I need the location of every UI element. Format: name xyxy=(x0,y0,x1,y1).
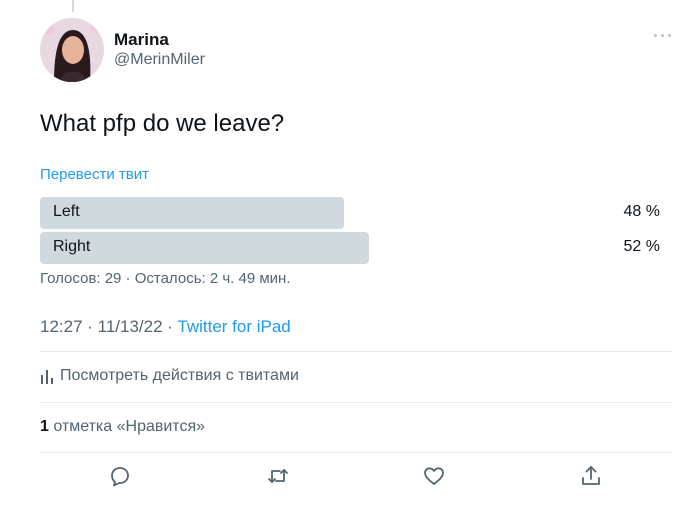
poll-bar xyxy=(40,197,344,229)
author-handle[interactable]: @MerinMiler xyxy=(114,51,205,69)
divider xyxy=(40,452,672,453)
tweet-text: What pfp do we leave? xyxy=(40,110,285,137)
thread-line xyxy=(72,0,74,12)
poll-meta: Голосов: 29 · Осталось: 2 ч. 49 мин. xyxy=(40,270,291,287)
tweet-source[interactable]: Twitter for iPad xyxy=(177,317,290,336)
view-activity-link[interactable]: Посмотреть действия с твитами xyxy=(40,367,299,385)
retweet-button[interactable] xyxy=(266,464,290,488)
share-button[interactable] xyxy=(579,464,603,488)
translate-link[interactable]: Перевести твит xyxy=(40,166,149,183)
divider xyxy=(40,351,672,352)
poll-option-label: Right xyxy=(53,238,91,255)
more-icon[interactable] xyxy=(654,30,672,42)
poll-option-left: Left 48 % xyxy=(40,197,660,229)
reply-button[interactable] xyxy=(108,464,132,488)
divider xyxy=(40,402,672,403)
retweet-icon xyxy=(268,469,288,483)
avatar[interactable] xyxy=(40,18,104,82)
tweet-timestamp: 12:27 · 11/13/22 · Twitter for iPad xyxy=(40,317,291,337)
poll-option-right: Right 52 % xyxy=(40,232,660,264)
view-activity-label: Посмотреть действия с твитами xyxy=(60,367,299,384)
author-name[interactable]: Marina xyxy=(114,30,169,50)
poll-option-percent: 52 % xyxy=(623,238,660,255)
heart-icon xyxy=(424,467,444,485)
likes-summary[interactable]: 1 отметка «Нравится» xyxy=(40,418,205,436)
likes-label: отметка «Нравится» xyxy=(48,418,206,435)
like-button[interactable] xyxy=(422,464,446,488)
likes-count: 1 xyxy=(40,418,49,435)
share-icon xyxy=(582,466,600,485)
poll-option-percent: 48 % xyxy=(623,203,660,220)
analytics-icon xyxy=(41,370,53,384)
tweet-time[interactable]: 12:27 · 11/13/22 · xyxy=(40,317,177,336)
reply-icon xyxy=(111,467,129,487)
poll-option-label: Left xyxy=(53,203,80,220)
